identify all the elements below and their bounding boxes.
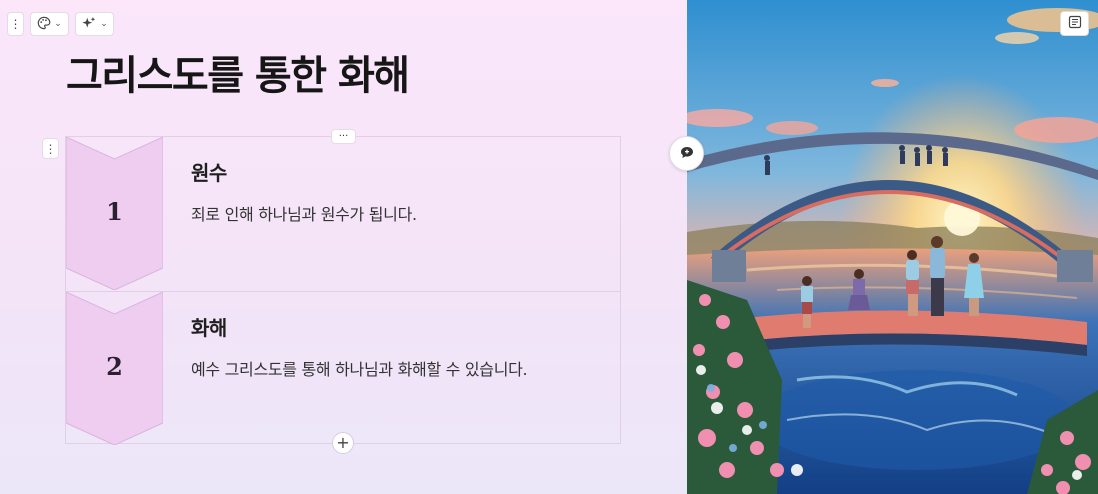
step-title[interactable]: 원수: [191, 157, 227, 186]
illustration-image[interactable]: [687, 0, 1098, 494]
notes-icon: [1068, 14, 1082, 33]
step-description[interactable]: 예수 그리스도를 통해 하나님과 화해할 수 있습니다.: [191, 356, 528, 380]
block-handle-button[interactable]: ⋮: [7, 12, 24, 36]
comment-icon: [680, 144, 694, 163]
step-item[interactable]: 1 원수 죄로 인해 하나님과 원수가 됩니다.: [66, 137, 620, 290]
step-item[interactable]: 2 화해 예수 그리스도를 통해 하나님과 화해할 수 있습니다.: [66, 291, 620, 445]
card-drag-handle[interactable]: ⋮: [42, 138, 59, 159]
step-number: 1: [106, 197, 123, 226]
step-title[interactable]: 화해: [191, 312, 227, 341]
slide-title[interactable]: 그리스도를 통한 화해: [66, 50, 410, 102]
sparkle-icon: [81, 16, 97, 33]
slide-canvas: ⋮ ⌄ ⌄ 그리스도를 통한 화해 ⋮ ··· 1 원수 죄로 인해 하나님과 …: [0, 0, 687, 494]
chevron-down-icon: ⌄: [54, 19, 62, 29]
steps-block[interactable]: 1 원수 죄로 인해 하나님과 원수가 됩니다. 2 화해 예수 그리스도를 통…: [65, 136, 621, 445]
block-toolbar: ⋮ ⌄ ⌄: [7, 12, 114, 36]
theme-button[interactable]: ⌄: [30, 12, 69, 36]
chevron-down-icon: ⌄: [100, 19, 108, 29]
step-number: 2: [106, 352, 123, 381]
step-description[interactable]: 죄로 인해 하나님과 원수가 됩니다.: [191, 201, 417, 225]
vertical-dots-icon: ⋮: [44, 141, 57, 156]
comment-button[interactable]: [669, 136, 704, 171]
ai-assist-button[interactable]: ⌄: [75, 12, 114, 36]
vertical-dots-icon: ⋮: [9, 17, 22, 31]
more-options-button[interactable]: ···: [331, 129, 356, 144]
palette-icon: [37, 16, 51, 33]
notes-button[interactable]: [1060, 11, 1089, 36]
add-step-button[interactable]: +: [332, 432, 354, 454]
